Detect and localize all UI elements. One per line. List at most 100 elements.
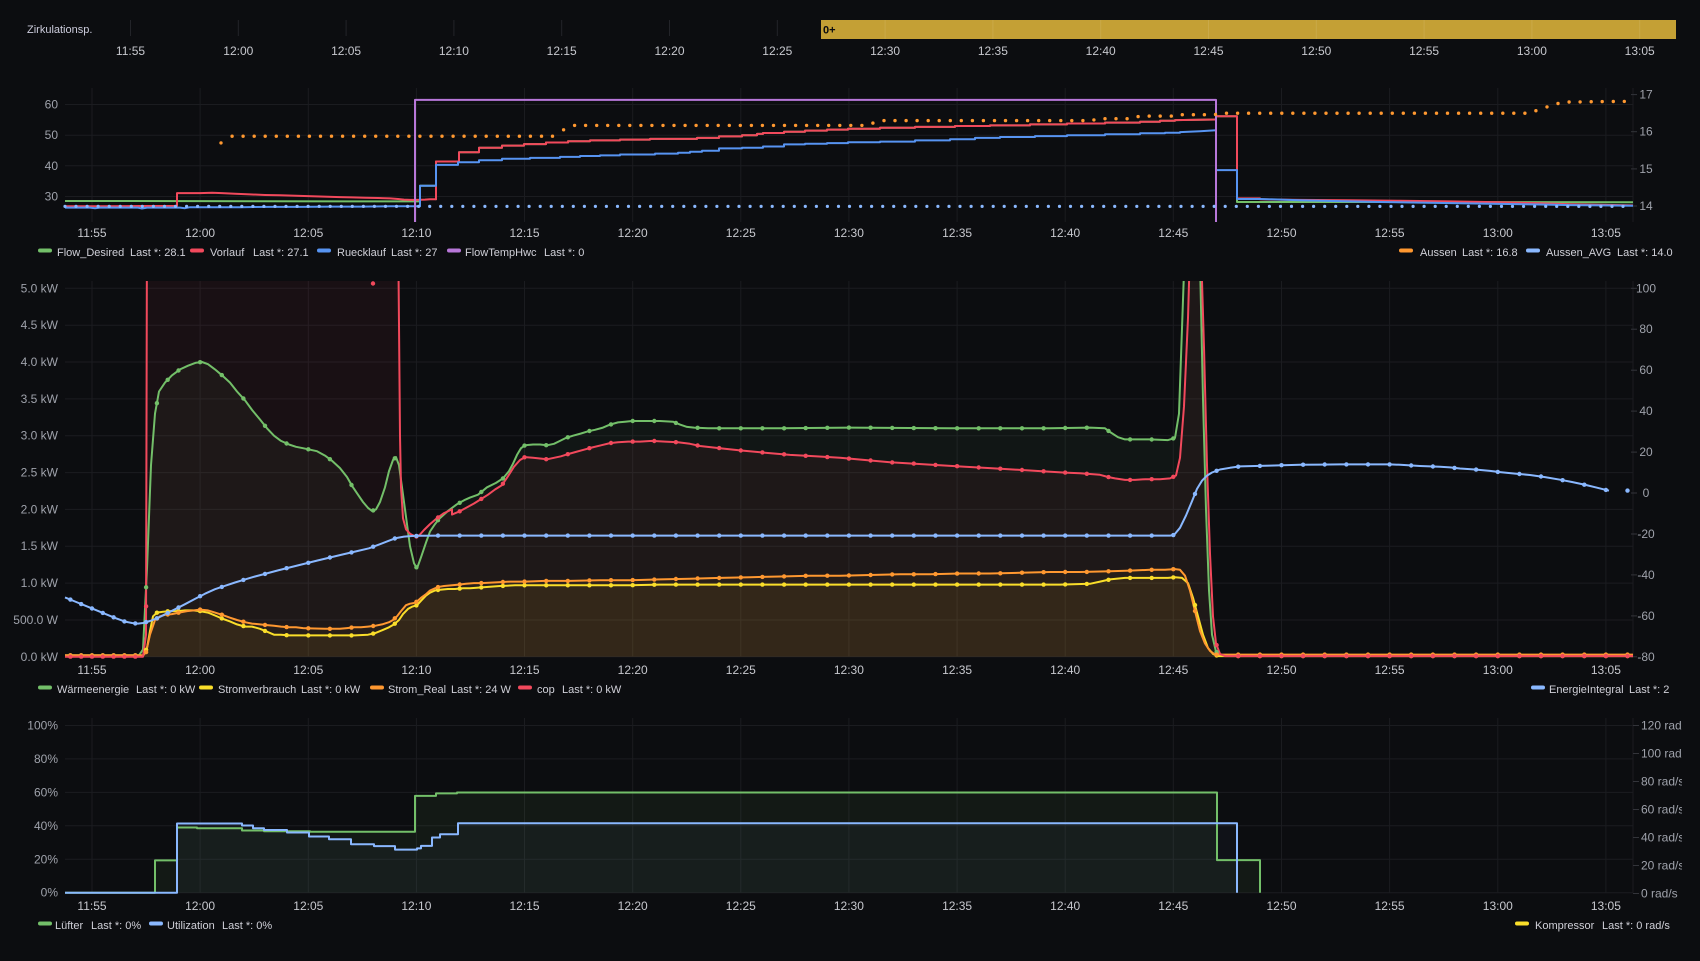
svg-text:-20: -20 [1637, 527, 1655, 541]
svg-text:Last *: 0: Last *: 0 [544, 247, 584, 259]
svg-text:Last *: 27.1: Last *: 27.1 [253, 247, 309, 259]
svg-text:12:25: 12:25 [726, 226, 756, 240]
svg-text:-40: -40 [1637, 568, 1655, 582]
svg-text:Last *: 24 W: Last *: 24 W [451, 684, 512, 696]
svg-text:Aussen: Aussen [1420, 247, 1457, 259]
svg-text:12:40: 12:40 [1086, 44, 1116, 58]
svg-text:80: 80 [1639, 322, 1653, 336]
svg-text:cop: cop [537, 684, 555, 696]
svg-text:3.0 kW: 3.0 kW [21, 429, 59, 443]
svg-text:40%: 40% [34, 819, 58, 833]
svg-text:13:00: 13:00 [1483, 663, 1513, 677]
svg-text:12:40: 12:40 [1050, 899, 1080, 913]
svg-text:12:45: 12:45 [1193, 44, 1223, 58]
svg-text:12:55: 12:55 [1409, 44, 1439, 58]
svg-text:80 rad/s: 80 rad/s [1641, 775, 1684, 789]
svg-text:4.0 kW: 4.0 kW [21, 355, 59, 369]
svg-text:12:30: 12:30 [834, 663, 864, 677]
svg-text:13:00: 13:00 [1483, 899, 1513, 913]
svg-text:Last *: 16.8: Last *: 16.8 [1462, 247, 1518, 259]
svg-text:12:05: 12:05 [331, 44, 361, 58]
svg-text:Wärmeenergie: Wärmeenergie [57, 684, 129, 696]
svg-text:Zirkulationsp.: Zirkulationsp. [27, 24, 92, 36]
svg-text:12:35: 12:35 [978, 44, 1008, 58]
svg-text:16: 16 [1639, 125, 1653, 139]
svg-text:12:00: 12:00 [185, 899, 215, 913]
svg-text:1.0 kW: 1.0 kW [21, 576, 59, 590]
svg-text:17: 17 [1639, 88, 1653, 102]
svg-text:12:35: 12:35 [942, 663, 972, 677]
svg-text:60: 60 [1639, 363, 1653, 377]
svg-text:Last *: 27: Last *: 27 [391, 247, 437, 259]
svg-text:12:10: 12:10 [401, 226, 431, 240]
svg-text:Utilization: Utilization [167, 920, 215, 932]
svg-text:Last *: 0 kW: Last *: 0 kW [136, 684, 196, 696]
svg-text:12:00: 12:00 [185, 226, 215, 240]
svg-text:3.5 kW: 3.5 kW [21, 392, 59, 406]
svg-text:80%: 80% [34, 752, 58, 766]
svg-text:12:40: 12:40 [1050, 226, 1080, 240]
svg-text:12:15: 12:15 [509, 899, 539, 913]
svg-text:12:50: 12:50 [1301, 44, 1331, 58]
svg-text:Last *: 28.1: Last *: 28.1 [130, 247, 186, 259]
svg-text:100: 100 [1636, 281, 1656, 295]
svg-text:Stromverbrauch: Stromverbrauch [218, 684, 296, 696]
svg-text:Lüfter: Lüfter [55, 920, 83, 932]
svg-text:20 rad/s: 20 rad/s [1641, 859, 1684, 873]
svg-text:11:55: 11:55 [77, 226, 106, 240]
svg-text:0.0 kW: 0.0 kW [21, 650, 59, 664]
svg-text:40 rad/s: 40 rad/s [1641, 831, 1684, 845]
svg-text:12:25: 12:25 [726, 663, 756, 677]
svg-text:12:25: 12:25 [726, 899, 756, 913]
svg-text:12:20: 12:20 [618, 226, 648, 240]
svg-text:Last *: 0 kW: Last *: 0 kW [301, 684, 361, 696]
svg-text:Last *: 0 kW: Last *: 0 kW [562, 684, 622, 696]
svg-text:0%: 0% [41, 886, 59, 900]
svg-text:Last *: 2: Last *: 2 [1629, 684, 1669, 696]
svg-text:12:10: 12:10 [401, 899, 431, 913]
svg-text:60%: 60% [34, 785, 58, 799]
svg-text:Last *: 14.0: Last *: 14.0 [1617, 247, 1673, 259]
svg-text:-60: -60 [1637, 609, 1655, 623]
svg-text:-80: -80 [1637, 650, 1655, 664]
svg-text:500.0 W: 500.0 W [13, 613, 58, 627]
svg-text:Vorlauf: Vorlauf [210, 247, 245, 259]
svg-text:20: 20 [1639, 445, 1653, 459]
svg-text:12:30: 12:30 [834, 899, 864, 913]
svg-text:12:40: 12:40 [1050, 663, 1080, 677]
svg-text:12:50: 12:50 [1266, 663, 1296, 677]
svg-text:100%: 100% [27, 719, 58, 733]
svg-text:50: 50 [45, 128, 59, 142]
svg-text:40: 40 [45, 159, 59, 173]
svg-text:60: 60 [45, 98, 59, 112]
svg-text:12:15: 12:15 [547, 44, 577, 58]
svg-text:13:05: 13:05 [1591, 899, 1621, 913]
svg-text:12:45: 12:45 [1158, 899, 1188, 913]
svg-text:Last *: 0%: Last *: 0% [222, 920, 272, 932]
svg-text:12:35: 12:35 [942, 226, 972, 240]
svg-text:0 rad/s: 0 rad/s [1641, 887, 1678, 901]
svg-text:12:20: 12:20 [654, 44, 684, 58]
svg-text:12:50: 12:50 [1266, 226, 1296, 240]
svg-text:2.0 kW: 2.0 kW [21, 502, 59, 516]
svg-text:13:00: 13:00 [1483, 226, 1513, 240]
svg-text:12:25: 12:25 [762, 44, 792, 58]
svg-text:12:30: 12:30 [870, 44, 900, 58]
svg-text:12:15: 12:15 [509, 663, 539, 677]
svg-text:12:35: 12:35 [942, 899, 972, 913]
svg-text:12:55: 12:55 [1375, 226, 1405, 240]
svg-text:12:55: 12:55 [1375, 663, 1405, 677]
svg-text:0+: 0+ [823, 25, 836, 37]
svg-text:12:10: 12:10 [401, 663, 431, 677]
svg-text:12:05: 12:05 [293, 663, 323, 677]
svg-text:11:55: 11:55 [77, 663, 106, 677]
svg-text:12:05: 12:05 [293, 899, 323, 913]
svg-text:11:55: 11:55 [77, 899, 106, 913]
svg-text:Last *: 0%: Last *: 0% [91, 920, 141, 932]
svg-text:60 rad/s: 60 rad/s [1641, 803, 1684, 817]
svg-text:12:30: 12:30 [834, 226, 864, 240]
svg-text:13:00: 13:00 [1517, 44, 1547, 58]
svg-text:20%: 20% [34, 852, 58, 866]
svg-text:Kompressor: Kompressor [1535, 920, 1595, 932]
svg-text:12:20: 12:20 [618, 899, 648, 913]
